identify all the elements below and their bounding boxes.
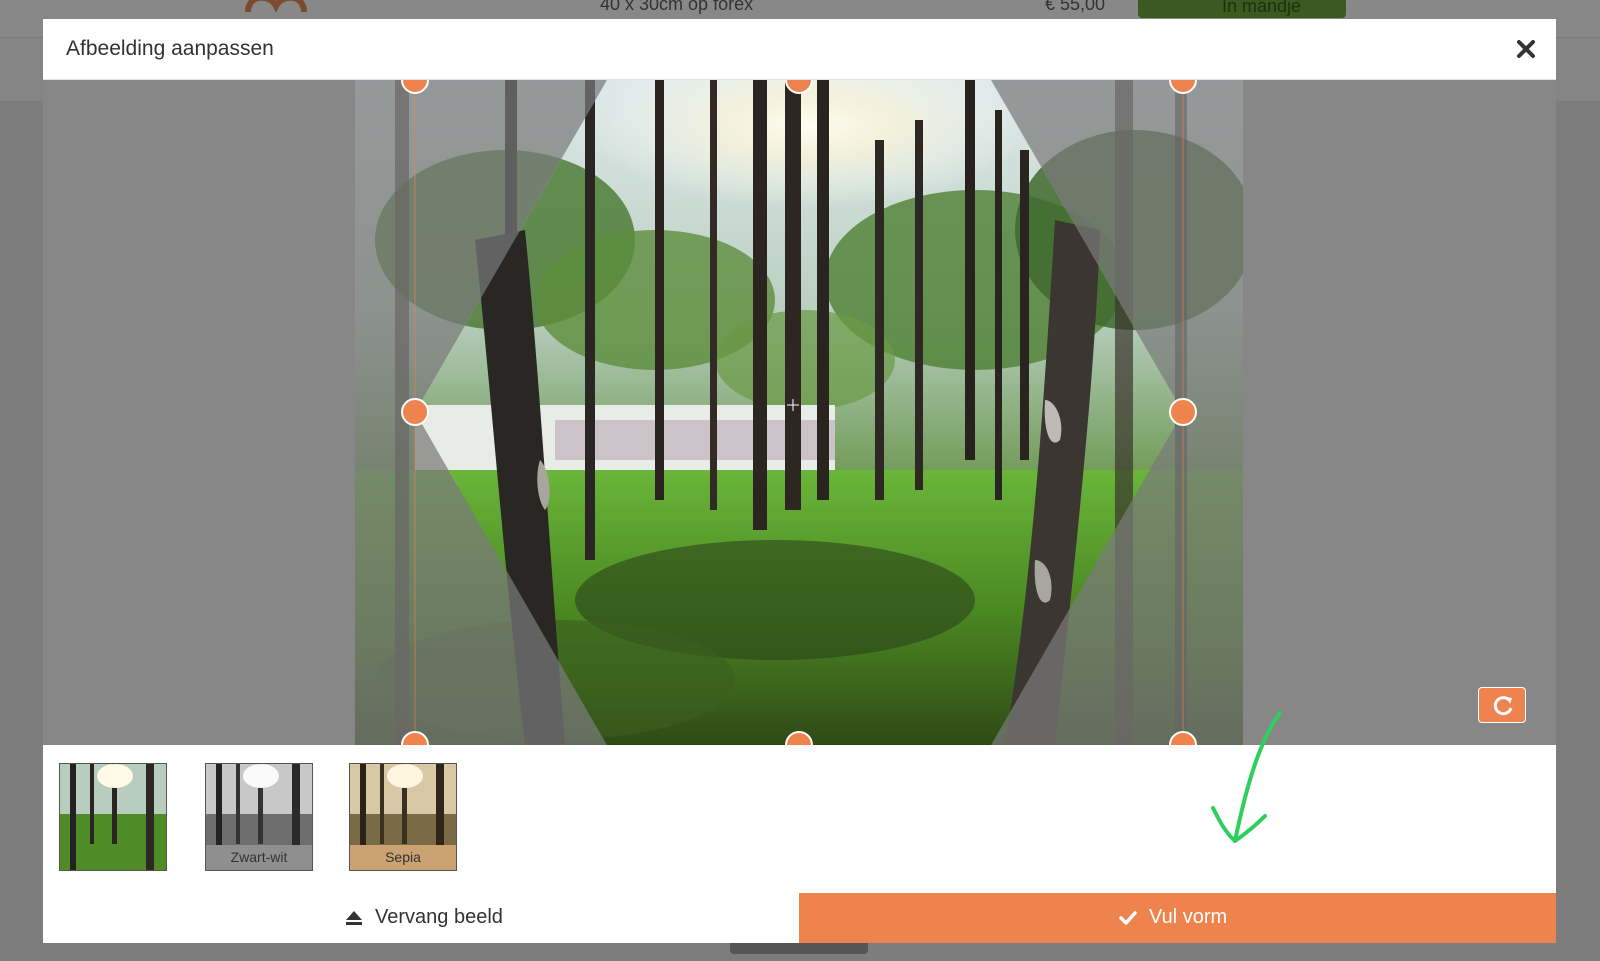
modal-footer: Vervang beeld Vul vorm [43,893,1556,943]
background-cart-button: In mandje [1138,0,1346,18]
image-edit-modal: Afbeelding aanpassen Zwart-wit Sepia Ver… [43,19,1556,943]
forest-photo[interactable] [355,80,1243,745]
brand-logo [245,0,307,13]
filter-strip: Zwart-wit Sepia [43,745,1556,893]
background-price: € 55,00 [1045,0,1106,14]
reset-button[interactable] [1478,687,1526,723]
crop-editor[interactable] [43,80,1556,745]
fill-shape-label: Vul vorm [1149,906,1228,928]
filter-sepia-label: Sepia [350,845,456,870]
filter-sepia[interactable]: Sepia [349,763,457,871]
filter-original-preview [60,764,166,870]
crop-handle-middle-left [401,398,429,426]
fill-shape-button[interactable]: Vul vorm [799,893,1556,943]
replace-image-label: Vervang beeld [375,906,503,928]
filter-grayscale[interactable]: Zwart-wit [205,763,313,871]
check-icon [1119,910,1137,925]
crop-handle-middle-right [1169,398,1197,426]
background-cart-label: In mandje [1222,0,1302,16]
modal-title: Afbeelding aanpassen [66,37,274,60]
replace-image-button[interactable]: Vervang beeld [43,893,799,943]
background-product-title: 40 x 30cm op forex [600,0,754,14]
filter-grayscale-label: Zwart-wit [206,845,312,870]
eject-icon [346,910,362,925]
modal-header: Afbeelding aanpassen [43,19,1556,80]
filter-original[interactable] [59,763,167,871]
close-icon[interactable] [1514,37,1538,61]
rotate-reset-icon [1493,696,1513,716]
